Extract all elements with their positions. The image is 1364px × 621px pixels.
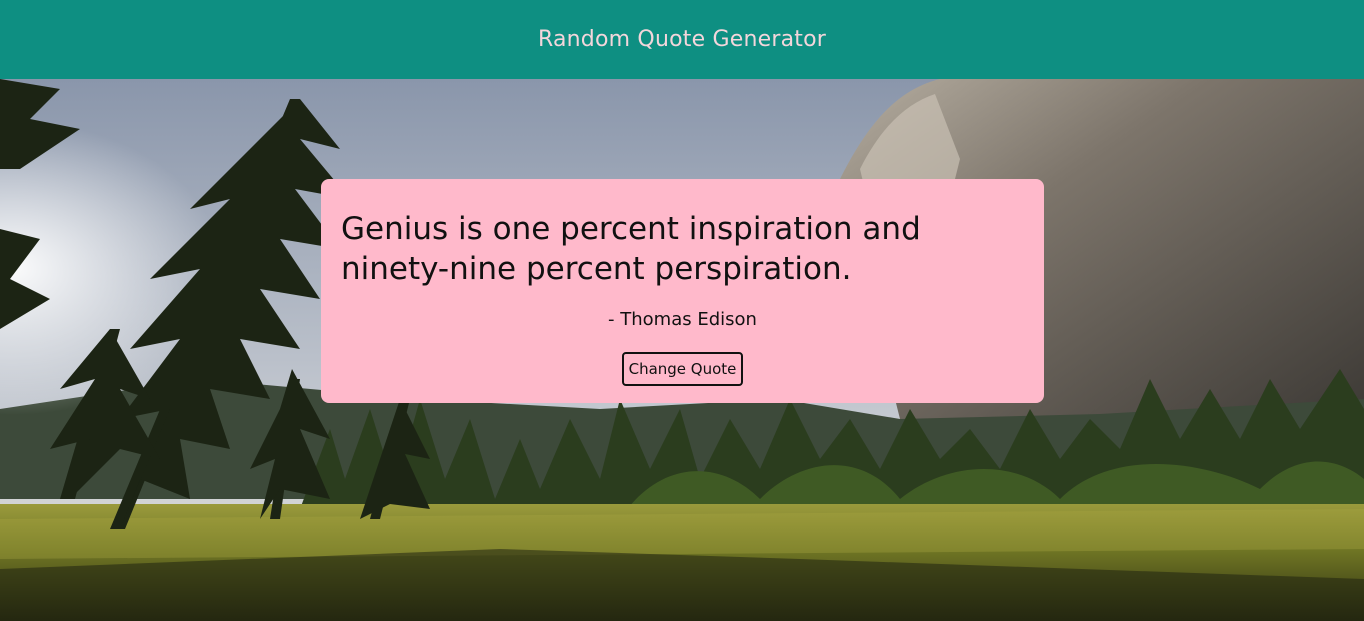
quote-author: - Thomas Edison [608, 309, 757, 330]
button-row: Change Quote [341, 352, 1024, 386]
page: Random Quote Generator Genius is one per… [0, 0, 1364, 621]
change-quote-button[interactable]: Change Quote [621, 352, 744, 386]
app-title: Random Quote Generator [537, 27, 827, 52]
quote-card: Genius is one percent inspiration and ni… [321, 179, 1044, 403]
quote-text: Genius is one percent inspiration and ni… [341, 211, 921, 287]
app-header: Random Quote Generator [0, 0, 1364, 79]
